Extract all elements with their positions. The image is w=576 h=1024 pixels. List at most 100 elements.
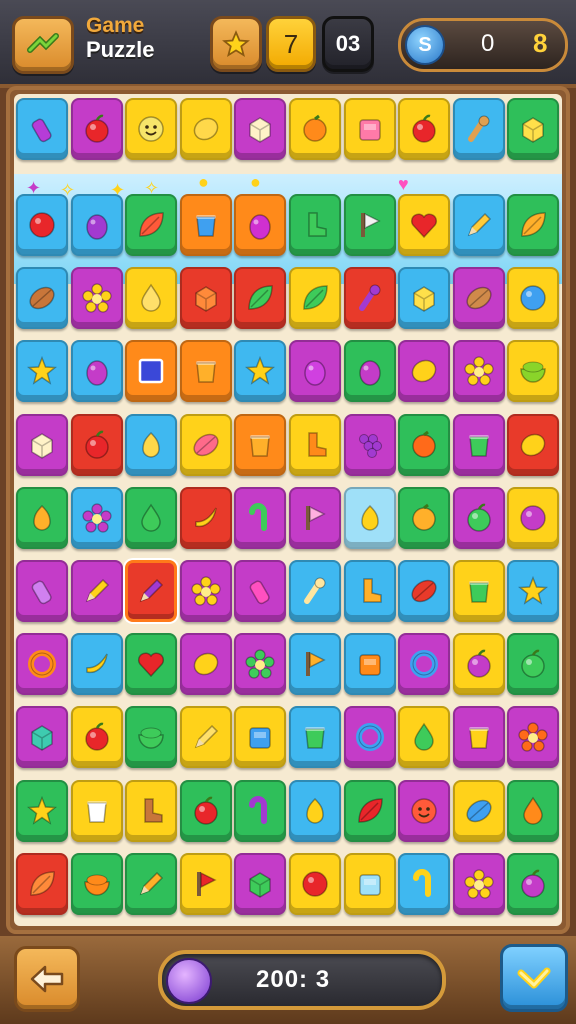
board-tile[interactable] (70, 98, 123, 160)
board-tile[interactable] (179, 413, 232, 476)
board-tile[interactable] (452, 267, 505, 330)
board-tile[interactable] (398, 267, 451, 330)
board-tile[interactable] (125, 340, 178, 403)
board-tile[interactable] (16, 194, 68, 256)
board-tile[interactable] (70, 779, 123, 842)
board-tile[interactable] (289, 560, 341, 622)
board-tile[interactable] (125, 98, 178, 160)
board-tile[interactable] (343, 413, 396, 476)
board-tile[interactable] (70, 194, 123, 256)
board-tile[interactable] (234, 706, 287, 769)
board-tile[interactable] (289, 98, 341, 160)
board-tile[interactable] (398, 486, 451, 549)
board-tile[interactable] (70, 852, 123, 915)
board-tile[interactable] (16, 852, 68, 915)
board-tile[interactable] (16, 706, 68, 769)
board-tile[interactable] (234, 560, 287, 622)
menu-button[interactable] (12, 16, 74, 74)
board-tile[interactable] (452, 486, 505, 549)
board-tile[interactable] (125, 486, 178, 549)
board-tile[interactable] (398, 413, 451, 476)
board-tile[interactable] (125, 706, 178, 769)
board-tile[interactable] (507, 486, 560, 549)
board-tile[interactable] (125, 413, 178, 476)
board-tile[interactable] (125, 633, 178, 696)
board-tile[interactable] (16, 779, 68, 842)
board-tile[interactable] (452, 706, 505, 769)
board-tile[interactable] (70, 413, 123, 476)
board-tile[interactable] (16, 486, 68, 549)
board-tile[interactable] (398, 633, 451, 696)
board-tile[interactable] (125, 194, 178, 256)
board-tile[interactable] (179, 852, 232, 915)
board-tile[interactable] (398, 779, 451, 842)
board-tile[interactable] (452, 340, 505, 403)
board-tile[interactable] (179, 633, 232, 696)
board-tile[interactable] (289, 194, 341, 256)
board-tile[interactable] (398, 852, 451, 915)
board-tile[interactable] (179, 98, 232, 160)
board-tile[interactable] (343, 633, 396, 696)
board-tile[interactable] (452, 852, 505, 915)
board-tile[interactable] (507, 98, 560, 160)
board-tile[interactable] (343, 779, 396, 842)
board-tile[interactable] (16, 98, 68, 160)
board-tile[interactable] (16, 413, 68, 476)
board-tile[interactable] (234, 340, 287, 403)
board-tile[interactable] (507, 779, 560, 842)
board-tile[interactable] (70, 340, 123, 403)
board-tile[interactable] (234, 194, 287, 256)
board-tile[interactable] (179, 340, 232, 403)
board-tile[interactable] (289, 852, 341, 915)
board-tile[interactable] (343, 340, 396, 403)
board-tile[interactable] (507, 633, 560, 696)
board-tile[interactable] (179, 560, 232, 622)
board-tile[interactable] (398, 194, 451, 256)
board-tile[interactable] (507, 560, 560, 622)
back-button[interactable] (14, 946, 80, 1012)
board-tile[interactable] (179, 779, 232, 842)
board-tile[interactable] (398, 340, 451, 403)
board-tile[interactable] (452, 779, 505, 842)
board-tile[interactable] (343, 706, 396, 769)
board-tile[interactable] (179, 194, 232, 256)
board-tile[interactable] (289, 706, 341, 769)
board-tile[interactable] (125, 267, 178, 330)
board-tile[interactable] (234, 779, 287, 842)
board-tile[interactable] (289, 413, 341, 476)
board-tile[interactable] (452, 194, 505, 256)
board-tile[interactable] (507, 267, 560, 330)
board-tile[interactable] (16, 560, 68, 622)
board-tile[interactable] (179, 486, 232, 549)
board-tile[interactable] (289, 340, 341, 403)
board-tile[interactable] (125, 852, 178, 915)
board-tile[interactable] (234, 852, 287, 915)
board-tile[interactable] (343, 486, 396, 549)
board-tile[interactable] (452, 560, 505, 622)
board-tile[interactable] (343, 560, 396, 622)
board-tile[interactable] (179, 706, 232, 769)
board-tile[interactable] (343, 194, 396, 256)
board-tile[interactable] (507, 340, 560, 403)
confirm-button[interactable] (500, 944, 568, 1012)
board-tile[interactable] (234, 98, 287, 160)
board-tile[interactable] (16, 340, 68, 403)
board-tile[interactable] (452, 633, 505, 696)
board-tile[interactable] (343, 267, 396, 330)
board-tile[interactable] (289, 779, 341, 842)
board-tile[interactable] (234, 486, 287, 549)
board-tile[interactable] (16, 267, 68, 330)
board-tile[interactable] (398, 98, 451, 160)
board-tile[interactable] (398, 560, 451, 622)
board-tile[interactable] (70, 486, 123, 549)
board-tile[interactable] (70, 633, 123, 696)
board-tile[interactable] (507, 852, 560, 915)
board-tile[interactable] (343, 98, 396, 160)
board-tile[interactable] (289, 486, 341, 549)
board-tile[interactable] (452, 98, 505, 160)
board-tile[interactable] (452, 413, 505, 476)
board-tile[interactable] (70, 267, 123, 330)
board-tile[interactable] (16, 633, 68, 696)
board-tile[interactable] (507, 413, 560, 476)
board-tile[interactable] (507, 194, 560, 256)
